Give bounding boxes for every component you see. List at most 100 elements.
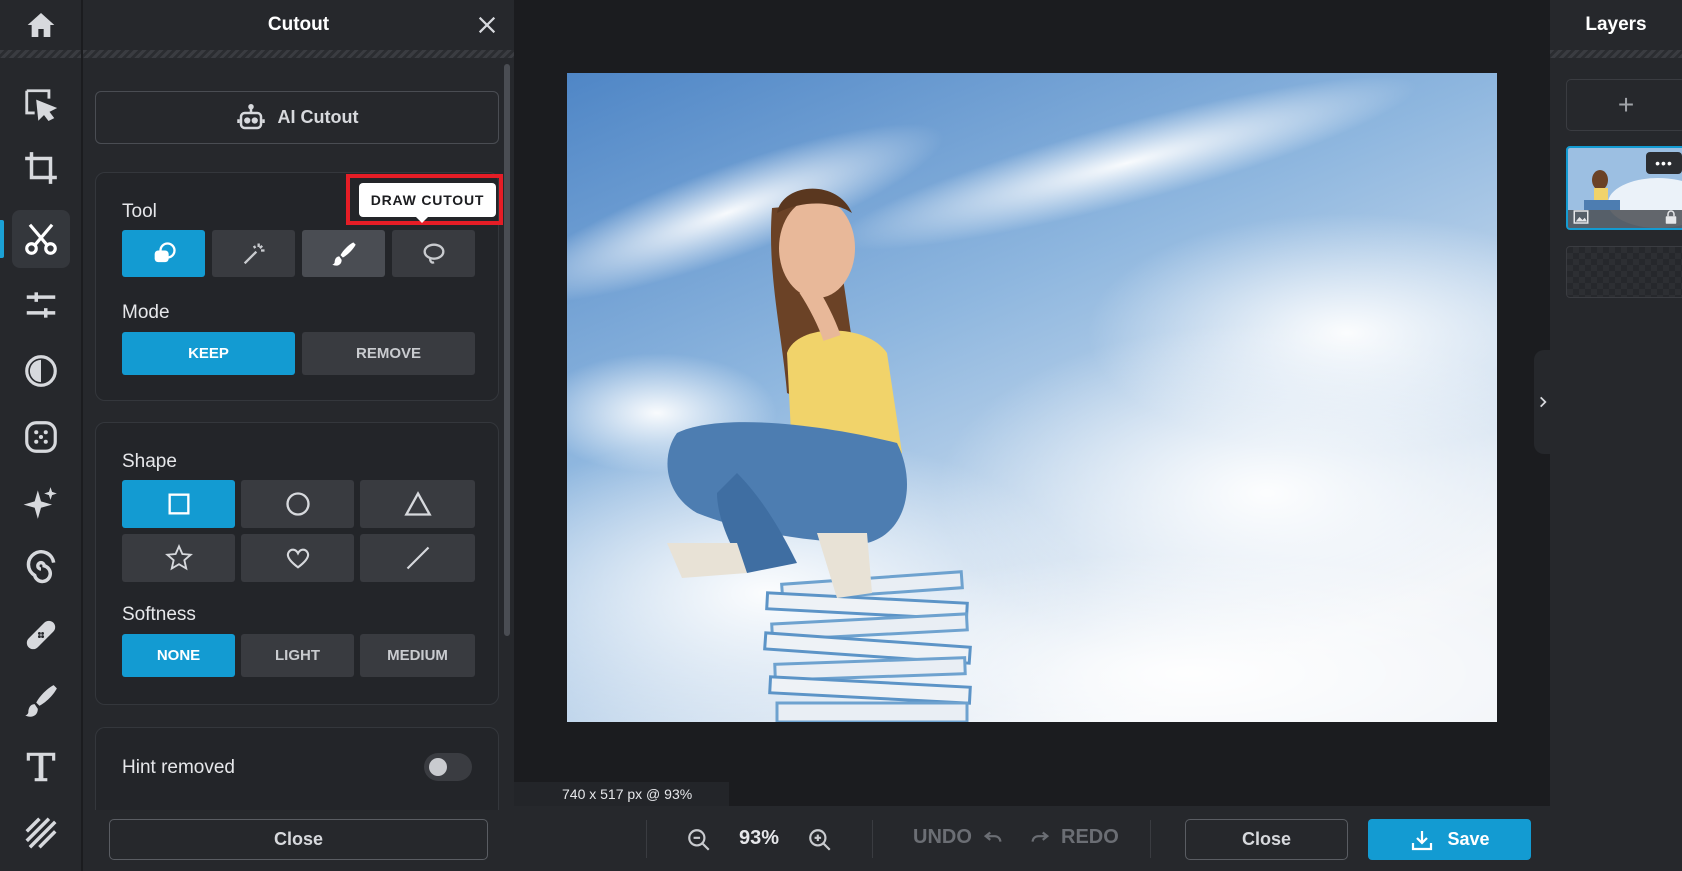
magic-wand-icon: [243, 243, 264, 264]
home-button[interactable]: [0, 0, 82, 50]
shape-triangle-button[interactable]: [360, 480, 475, 528]
contrast-icon: [25, 355, 57, 387]
mode-remove-button[interactable]: REMOVE: [302, 332, 475, 375]
undo-button[interactable]: UNDO: [913, 826, 1006, 849]
redo-button[interactable]: REDO: [1027, 826, 1119, 849]
image-icon: [1573, 210, 1589, 224]
shape-softness-group: Shape Softness NONE LIGHT MEDIUM: [95, 422, 499, 705]
undo-label: UNDO: [913, 826, 972, 848]
cutout-panel: Cutout AI Cutout Tool Mode KEEP REMOVE D…: [83, 0, 514, 871]
shape-circle-button[interactable]: [241, 480, 354, 528]
add-layer-button[interactable]: +: [1566, 79, 1682, 131]
save-label: Save: [1447, 829, 1490, 849]
panel-title: Cutout: [267, 14, 330, 35]
panel-close-button[interactable]: Close: [109, 819, 488, 860]
left-toolbar: [0, 0, 82, 871]
text-tool-button[interactable]: [12, 738, 70, 796]
layers-header-divider: [1550, 50, 1682, 58]
shape-line-button[interactable]: [360, 534, 475, 582]
close-button[interactable]: Close: [1185, 819, 1348, 860]
shape-square-button[interactable]: [122, 480, 235, 528]
layer-item-photo[interactable]: •••: [1566, 146, 1682, 230]
effects-tool-button[interactable]: [12, 408, 70, 466]
canvas-photo[interactable]: [567, 73, 1497, 722]
hint-removed-group: Hint removed: [95, 727, 499, 810]
adjust-tool-button[interactable]: [12, 276, 70, 334]
zoom-in-icon[interactable]: [807, 827, 833, 853]
canvas-dimensions-label: 740 x 517 px @ 93%: [514, 782, 729, 806]
brush-icon: [25, 685, 57, 717]
layer-item-empty[interactable]: [1566, 246, 1682, 298]
texture-icon: [25, 817, 57, 849]
close-panel-button[interactable]: [474, 12, 500, 38]
redo-label: REDO: [1061, 826, 1119, 848]
layers-panel: Layers + •••: [1550, 0, 1682, 806]
panel-footer: Close: [83, 810, 514, 871]
tooltip: DRAW CUTOUT: [359, 183, 496, 217]
robot-icon: [236, 103, 265, 129]
bottom-bar: 93% UNDO REDO Close Save: [514, 806, 1682, 871]
brush-tool-button[interactable]: [12, 672, 70, 730]
lasso-icon: [423, 243, 444, 264]
contrast-tool-button[interactable]: [12, 342, 70, 400]
bottom-separator: [646, 820, 647, 858]
select-icon: [25, 89, 58, 122]
tool-label: Tool: [122, 201, 157, 222]
tooltip-highlight: DRAW CUTOUT: [346, 174, 503, 225]
photo-editor-app: Cutout AI Cutout Tool Mode KEEP REMOVE D…: [0, 0, 1682, 871]
adjust-icon: [26, 292, 56, 318]
tool-shape-cutout[interactable]: [122, 230, 205, 277]
shape-cutout-icon: [154, 241, 176, 262]
shape-label: Shape: [122, 451, 177, 472]
ai-cutout-label: AI Cutout: [277, 107, 359, 127]
panel-scrollbar[interactable]: [504, 64, 510, 636]
sparkle-tool-button[interactable]: [12, 474, 70, 532]
chevron-right-icon: [1540, 396, 1547, 408]
mode-label: Mode: [122, 302, 170, 323]
square-icon: [168, 493, 189, 515]
bandage-tool-button[interactable]: [12, 606, 70, 664]
zoom-out-icon[interactable]: [686, 827, 712, 853]
shape-heart-button[interactable]: [241, 534, 354, 582]
undo-icon: [983, 831, 1002, 842]
heart-icon: [286, 548, 309, 569]
toggle-knob: [429, 758, 447, 776]
tool-magic-wand[interactable]: [212, 230, 295, 277]
softness-label: Softness: [122, 604, 196, 625]
mode-keep-button[interactable]: KEEP: [122, 332, 295, 375]
circle-icon: [285, 492, 310, 516]
lock-icon[interactable]: [1662, 208, 1680, 226]
cutout-tool-button[interactable]: [12, 210, 70, 268]
save-button[interactable]: Save: [1368, 819, 1531, 860]
canvas-area: [514, 0, 1497, 806]
crop-tool-button[interactable]: [12, 139, 70, 197]
tool-lasso[interactable]: [392, 230, 475, 277]
close-icon: [478, 16, 496, 34]
effects-icon: [25, 421, 57, 453]
redo-icon: [1031, 831, 1050, 842]
download-icon: [1412, 830, 1433, 850]
hint-removed-label: Hint removed: [122, 757, 235, 778]
text-icon: [26, 752, 56, 782]
texture-tool-button[interactable]: [12, 804, 70, 862]
line-icon: [406, 546, 429, 570]
crop-icon: [25, 152, 57, 184]
swirl-tool-button[interactable]: [12, 540, 70, 598]
swirl-icon: [26, 550, 56, 584]
cutout-icon: [25, 223, 57, 255]
bottom-separator: [872, 820, 873, 858]
photo-image: [567, 73, 1497, 722]
select-tool-button[interactable]: [12, 76, 70, 134]
active-tool-indicator: [0, 220, 4, 258]
tooltip-arrow: [416, 217, 428, 223]
panel-header-divider: [83, 50, 514, 58]
tool-draw-cutout[interactable]: [302, 230, 385, 277]
softness-medium-button[interactable]: MEDIUM: [360, 634, 475, 677]
ai-cutout-button[interactable]: AI Cutout: [95, 91, 499, 144]
shape-star-button[interactable]: [122, 534, 235, 582]
panel-header: Cutout: [83, 0, 514, 50]
layer-more-button[interactable]: •••: [1646, 152, 1682, 174]
softness-light-button[interactable]: LIGHT: [241, 634, 354, 677]
softness-none-button[interactable]: NONE: [122, 634, 235, 677]
hint-removed-toggle[interactable]: [424, 753, 472, 781]
